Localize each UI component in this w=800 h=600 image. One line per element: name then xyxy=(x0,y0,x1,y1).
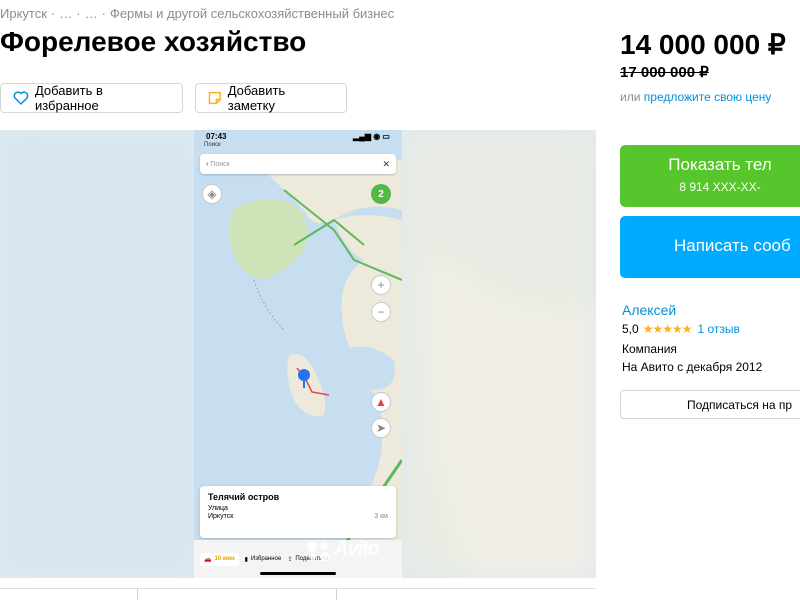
share-icon: ⇪ xyxy=(287,556,293,563)
avito-logo-icon xyxy=(307,542,330,562)
rating-value: 5,0 xyxy=(622,322,639,336)
show-phone-button[interactable]: Показать тел 8 914 XXX-XX- xyxy=(620,145,800,207)
seller-name-link[interactable]: Алексей xyxy=(622,302,676,318)
seller-rating: 5,0 ★★★★★ 1 отзыв xyxy=(622,322,740,336)
offer-prefix: или xyxy=(620,90,641,104)
bookmark-label: Избранное xyxy=(250,556,282,562)
old-price: 17 000 000 ₽ xyxy=(620,64,709,81)
home-indicator xyxy=(260,572,336,575)
breadcrumb-ellipsis-2[interactable]: … xyxy=(85,6,98,21)
map-search-placeholder: Поиск xyxy=(210,160,230,168)
seller-type: Компания xyxy=(622,342,677,356)
map-search-bar: ‹ Поиск ✕ xyxy=(200,154,396,174)
route-time: 10 мин xyxy=(214,556,235,562)
layers-icon: ◈ xyxy=(202,184,222,204)
car-icon: 🚗 xyxy=(204,556,212,563)
add-to-favorites-button[interactable]: Добавить в избранное xyxy=(0,83,183,113)
place-name: Телячий остров xyxy=(208,492,280,502)
close-icon: ✕ xyxy=(382,158,390,169)
add-note-label: Добавить заметку xyxy=(227,83,286,113)
heart-icon xyxy=(13,91,29,105)
phone-status-bar: 07:43 ▂▄▆ ◉ ▭ xyxy=(194,130,402,146)
layers-count-badge: 2 xyxy=(371,184,391,204)
place-city: Иркутск xyxy=(208,513,234,520)
bookmark-tab: ▮ Избранное xyxy=(245,556,282,563)
signal-icon: ▂▄▆ ◉ ▭ xyxy=(353,132,390,141)
map-search-text: ‹ Поиск xyxy=(206,161,230,168)
place-distance: 3 км xyxy=(374,513,388,520)
place-card: Телячий остров Улица Иркутск 3 км xyxy=(200,486,396,538)
suggest-price-link[interactable]: предложите свою цену xyxy=(644,90,772,104)
place-city-row: Иркутск 3 км xyxy=(208,513,388,520)
zoom-in-icon: + xyxy=(371,275,391,295)
thumbnail-divider xyxy=(137,588,138,600)
bookmark-icon: ▮ xyxy=(244,556,248,563)
page-title: Форелевое хозяйство xyxy=(0,26,307,57)
add-to-favorites-label: Добавить в избранное xyxy=(34,83,103,113)
masked-phone-number: 8 914 XXX-XX- xyxy=(679,180,761,194)
breadcrumb: Иркутск ·… ·… · Фермы и другой сельскохозяйс… xyxy=(0,6,395,21)
compass-icon: ▲ xyxy=(371,392,391,412)
breadcrumb-city[interactable]: Иркутск xyxy=(0,6,47,21)
locate-icon: ➤ xyxy=(371,418,391,438)
seller-since: На Авито с декабря 2012 xyxy=(622,360,763,374)
subscribe-button[interactable]: Подписаться на пр xyxy=(620,390,800,419)
thumbnail-strip xyxy=(0,588,596,600)
listing-actions: Добавить в избранное Добавить заметку xyxy=(0,83,347,113)
current-price: 14 000 000 ₽ xyxy=(620,29,786,60)
breadcrumb-ellipsis-1[interactable]: … xyxy=(59,6,72,21)
reviews-link[interactable]: 1 отзыв xyxy=(697,322,739,336)
place-type: Улица xyxy=(208,505,228,512)
star-rating-icon: ★★★★★ xyxy=(642,322,693,336)
route-tab: 🚗 10 мин xyxy=(200,552,239,566)
thumbnail-divider xyxy=(336,588,337,600)
status-back: Поиск xyxy=(204,142,221,148)
avito-watermark: Avito xyxy=(334,538,380,560)
write-message-button[interactable]: Написать сооб xyxy=(620,216,800,278)
price-offer: или предложите свою цену xyxy=(620,90,771,104)
add-note-button[interactable]: Добавить заметку xyxy=(195,83,347,113)
note-icon xyxy=(208,91,221,105)
photo-gallery[interactable]: 07:43 ▂▄▆ ◉ ▭ Поиск ‹ Поиск ✕ ◈ 2 + − ▲ … xyxy=(0,130,596,578)
breadcrumb-category[interactable]: Фермы и другой сельскохозяйственный бизн… xyxy=(110,6,394,21)
map-screenshot: 07:43 ▂▄▆ ◉ ▭ Поиск ‹ Поиск ✕ ◈ 2 + − ▲ … xyxy=(194,130,402,578)
zoom-out-icon: − xyxy=(371,302,391,322)
show-phone-label: Показать тел xyxy=(668,155,772,174)
